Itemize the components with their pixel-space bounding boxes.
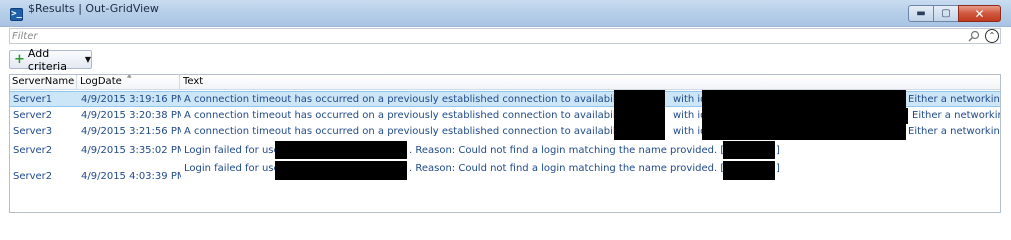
column-header-text[interactable]: Text	[181, 75, 1000, 90]
close-button[interactable]: ✕	[958, 5, 1001, 22]
results-grid: ServerName LogDate ▲ Text Server1 4/9/20…	[9, 74, 1001, 213]
table-row[interactable]: Server2 4/9/2015 3:20:38 PM A connection…	[10, 108, 1000, 124]
cell-text-tail: Either a networking c	[908, 126, 1000, 137]
filter-bar: ⌃	[9, 28, 1001, 44]
redaction-block	[702, 90, 906, 110]
cell-servername: Server2	[13, 145, 53, 156]
cell-servername: Server1	[13, 94, 53, 105]
cell-logdate: 4/9/2015 4:03:39 PM	[81, 171, 181, 182]
collapse-filter-icon[interactable]: ⌃	[985, 29, 999, 43]
cell-servername: Server2	[13, 110, 53, 121]
cell-text-mid: . Reason: Could not find a login matchin…	[409, 163, 762, 174]
cell-text-mid: . Reason: Could not find a login matchin…	[409, 145, 762, 156]
minimize-icon: ▬	[916, 7, 926, 19]
cell-text-start: Login failed for user	[184, 145, 284, 156]
redaction-block	[723, 161, 775, 180]
cell-text-tail: ]	[776, 163, 780, 174]
window-title: $Results | Out-GridView	[28, 2, 159, 15]
redaction-block	[275, 161, 407, 180]
table-row[interactable]: Server1 4/9/2015 3:19:16 PM A connection…	[10, 90, 1000, 110]
cell-logdate: 4/9/2015 3:35:02 PM	[81, 145, 181, 156]
redaction-block	[614, 108, 665, 124]
filter-input[interactable]	[10, 29, 970, 43]
cell-logdate: 4/9/2015 3:21:56 PM	[81, 126, 181, 137]
window-controls: ▬ ▢ ✕	[908, 5, 1001, 23]
redaction-block	[723, 141, 775, 159]
powershell-icon: >_	[10, 8, 23, 21]
table-row[interactable]: Server3 4/9/2015 3:21:56 PM A connection…	[10, 124, 1000, 140]
chevron-down-icon: ▼	[84, 55, 91, 64]
add-criteria-button[interactable]: + Add criteria ▼	[9, 47, 92, 73]
sort-ascending-icon: ▲	[127, 74, 132, 79]
cell-text-start: A connection timeout has occurred on a p…	[184, 110, 665, 121]
cell-text-tail: Either a networking	[912, 110, 1000, 121]
cell-text-start: A connection timeout has occurred on a p…	[184, 94, 665, 105]
maximize-icon: ▢	[941, 7, 951, 19]
cell-logdate: 4/9/2015 3:20:38 PM	[81, 110, 181, 121]
title-bar: >_ $Results | Out-GridView ▬ ▢ ✕	[0, 0, 1011, 27]
redaction-block	[614, 90, 665, 110]
grid-header: ServerName LogDate ▲ Text	[10, 75, 1000, 90]
column-header-servername[interactable]: ServerName	[10, 75, 77, 90]
cell-text-start: Login failed for user	[184, 163, 284, 174]
cell-text-start: A connection timeout has occurred on a p…	[184, 126, 665, 137]
table-row[interactable]: Server2 4/9/2015 3:35:02 PM Login failed…	[10, 141, 1000, 159]
minimize-button[interactable]: ▬	[908, 5, 933, 22]
cell-servername: Server3	[13, 126, 53, 137]
search-icon[interactable]	[968, 30, 980, 42]
cell-text-tail: ]	[776, 145, 780, 156]
table-row[interactable]: Server2 4/9/2015 4:03:39 PM Login failed…	[10, 161, 1000, 185]
add-criteria-label: Add criteria	[27, 46, 67, 73]
cell-logdate: 4/9/2015 3:19:16 PM	[81, 94, 181, 105]
maximize-button[interactable]: ▢	[933, 5, 958, 22]
redaction-block	[702, 108, 908, 124]
close-icon: ✕	[974, 6, 985, 21]
redaction-block	[614, 124, 665, 140]
plus-icon: +	[14, 52, 25, 67]
cell-servername: Server2	[13, 171, 53, 182]
redaction-block	[275, 141, 407, 159]
cell-text-tail: Either a networking o	[908, 94, 1000, 105]
redaction-block	[702, 124, 906, 140]
